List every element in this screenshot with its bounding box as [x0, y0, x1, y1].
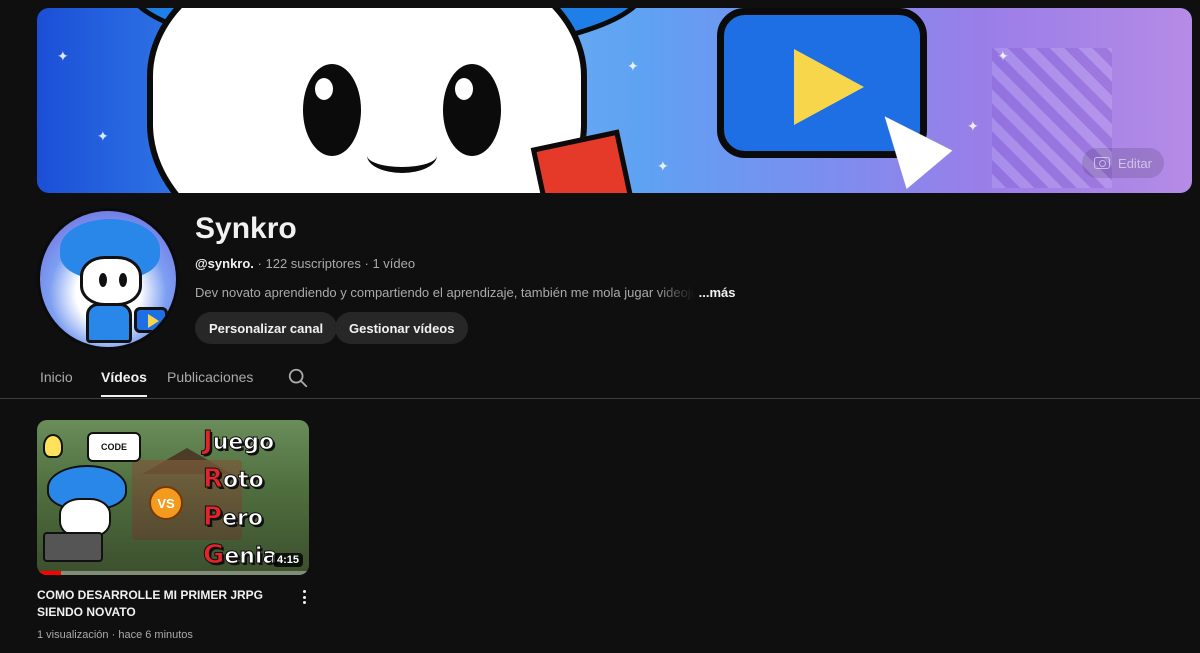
- sparkle-icon: ✦: [97, 128, 109, 144]
- watch-progress-fill: [37, 571, 62, 575]
- more-vert-icon[interactable]: [296, 588, 312, 606]
- tab-publicaciones[interactable]: Publicaciones: [167, 369, 253, 395]
- watch-progress-bar: [37, 571, 309, 575]
- eye-art: [99, 273, 107, 287]
- video-meta: 1 visualización · hace 6 minutos: [37, 629, 193, 641]
- video-thumbnail[interactable]: CODE VS Juego Roto Pero Genia 4:15: [37, 420, 309, 575]
- more-link[interactable]: ...más: [699, 285, 736, 300]
- tab-inicio[interactable]: Inicio: [40, 369, 73, 395]
- sparkle-icon: ✦: [657, 158, 669, 174]
- sparkle-icon: ✦: [967, 118, 979, 134]
- code-bubble: CODE: [87, 432, 141, 462]
- laptop-art: [43, 532, 103, 562]
- thumb-word: Pero: [202, 502, 263, 533]
- manage-videos-button[interactable]: Gestionar vídeos: [335, 312, 469, 344]
- thumb-word: Juego: [203, 426, 275, 457]
- banner-character-face: [147, 8, 587, 193]
- channel-avatar[interactable]: [37, 208, 179, 350]
- eye-art: [119, 273, 127, 287]
- view-count: 1 visualización: [37, 629, 109, 641]
- thumb-word: Roto: [202, 464, 264, 495]
- video-age: hace 6 minutos: [118, 629, 193, 641]
- thumb-word: Genia: [202, 540, 278, 571]
- channel-handle: @synkro.: [195, 256, 254, 271]
- channel-description[interactable]: Dev novato aprendiendo y compartiendo el…: [195, 285, 735, 300]
- banner-mouth-art: [367, 138, 437, 173]
- subscriber-count: 122 suscriptores: [265, 256, 361, 271]
- avatar-face-art: [80, 256, 142, 306]
- play-icon: [134, 307, 168, 333]
- meta-separator: ·: [108, 629, 119, 641]
- description-text: Dev novato aprendiendo y compartiendo el…: [195, 285, 695, 300]
- meta-separator: ·: [253, 256, 266, 271]
- lightbulb-icon: [43, 434, 63, 458]
- customize-channel-button[interactable]: Personalizar canal: [195, 312, 338, 344]
- tab-videos[interactable]: Vídeos: [101, 369, 147, 397]
- channel-name: Synkro: [195, 212, 297, 245]
- camera-icon: [1094, 157, 1111, 169]
- avatar-body-art: [86, 303, 132, 343]
- video-count: 1 vídeo: [372, 256, 416, 271]
- video-title[interactable]: COMO DESARROLLE MI PRIMER JRPG SIENDO NO…: [37, 587, 277, 621]
- meta-separator: ·: [360, 256, 373, 271]
- sparkle-icon: ✦: [57, 48, 69, 64]
- vs-badge: VS: [149, 486, 183, 520]
- eye-art: [303, 64, 361, 156]
- sparkle-icon: ✦: [627, 58, 639, 74]
- channel-tabs: Inicio Vídeos Publicaciones: [0, 358, 1200, 399]
- eye-art: [443, 64, 501, 156]
- channel-banner: ✦ ✦ ✦ ✦ ✦ ✦ Editar: [37, 8, 1192, 193]
- search-icon[interactable]: [287, 367, 309, 389]
- duration-badge: 4:15: [272, 553, 303, 567]
- channel-meta: @synkro. · 122 suscriptores · 1 vídeo: [195, 256, 415, 271]
- edit-banner-label: Editar: [1118, 155, 1152, 171]
- edit-banner-button[interactable]: Editar: [1082, 148, 1164, 178]
